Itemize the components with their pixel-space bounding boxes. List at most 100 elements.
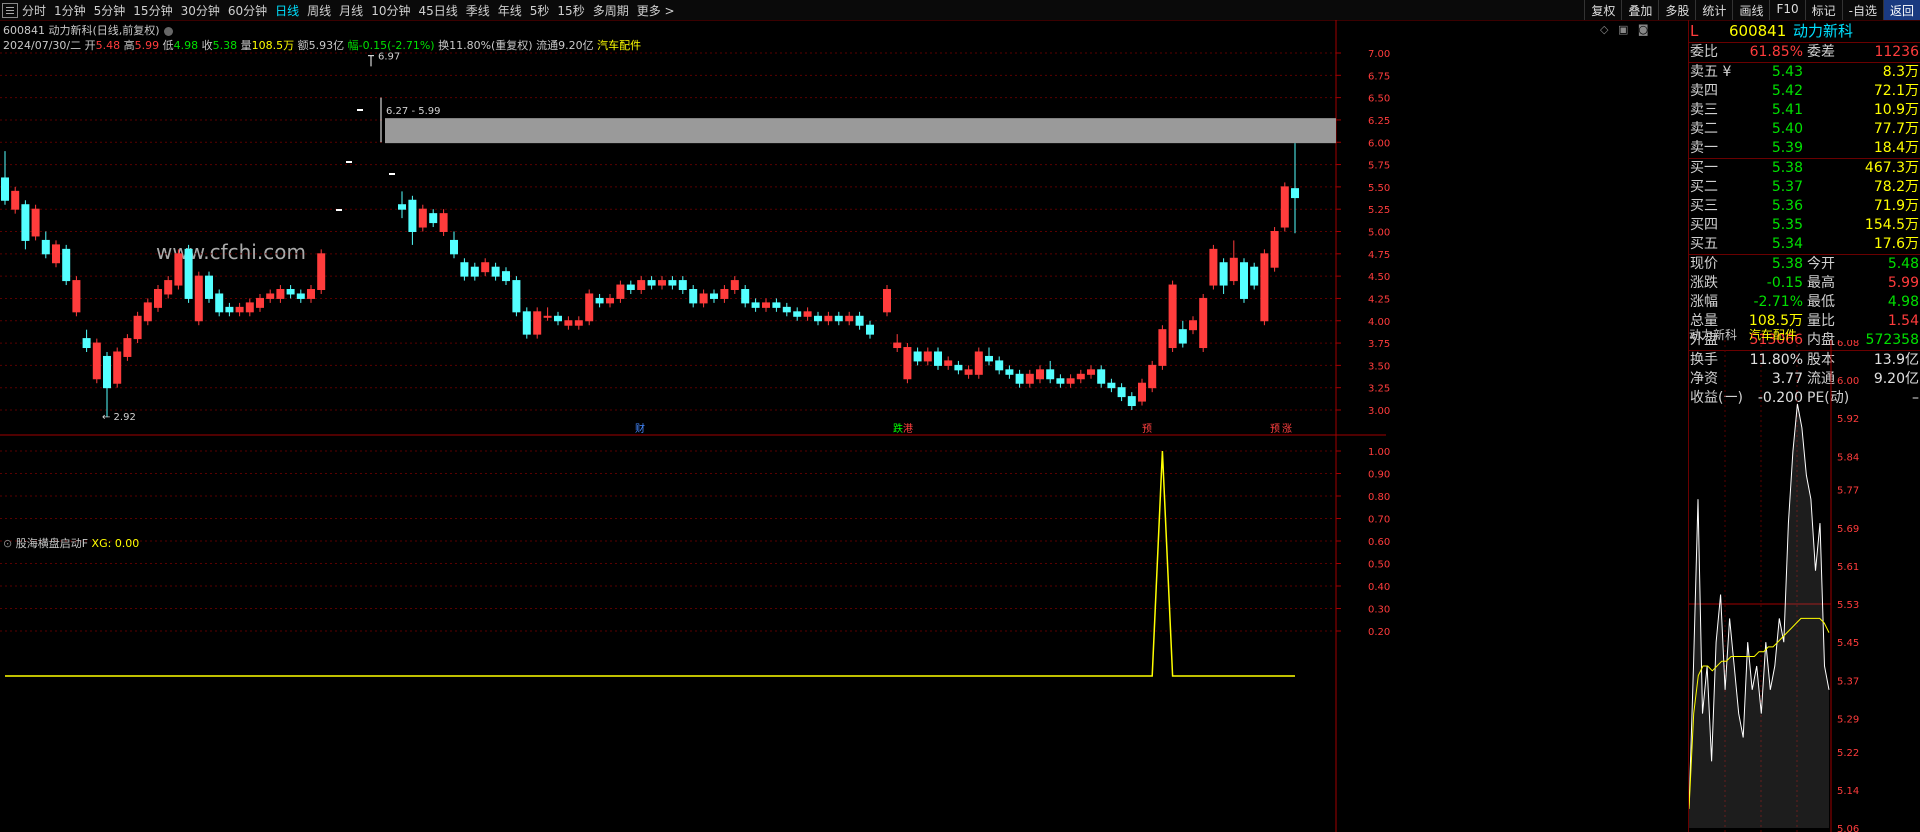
weicha-value: 11236 xyxy=(1874,44,1919,60)
candle-down xyxy=(782,306,791,313)
candle-down xyxy=(460,262,469,277)
quote-name: 动力新科 xyxy=(1793,22,1854,40)
tool-button[interactable]: 返回 xyxy=(1882,0,1920,20)
quote-flag: L xyxy=(1690,22,1699,40)
y-tick-label: 5.25 xyxy=(1368,205,1390,216)
candle-up xyxy=(1260,253,1269,322)
tool-button[interactable]: 复权 xyxy=(1584,0,1621,20)
kline-chart[interactable]: 7.00 6.75 6.50 6.25 6.00 5.75 5.50 5.25 5.00 4.75… xyxy=(0,20,1688,832)
period-tab[interactable]: 分时 xyxy=(22,2,46,19)
stat-row: 涨跌 -0.15 最高 5.99 xyxy=(1689,274,1920,293)
candle-down xyxy=(1127,396,1136,407)
candle-down xyxy=(1046,369,1055,380)
weibi-value: 61.85% xyxy=(1749,44,1803,60)
ind-y-tick-label: 0.60 xyxy=(1368,537,1390,548)
period-tab[interactable]: 30分钟 xyxy=(181,2,220,19)
period-tab[interactable]: 月线 xyxy=(339,2,363,19)
tool-button[interactable]: 多股 xyxy=(1658,0,1695,20)
candle-down xyxy=(834,315,843,322)
candle-down xyxy=(995,360,1004,371)
candle-up xyxy=(1025,373,1034,384)
row-value: 5.34 xyxy=(1771,236,1803,252)
candle-down xyxy=(429,213,438,224)
y-tick-label: 5.00 xyxy=(1368,228,1390,239)
tool-button[interactable]: 标记 xyxy=(1804,0,1842,20)
candle-up xyxy=(133,315,142,340)
tool-button[interactable]: 统计 xyxy=(1695,0,1732,20)
candle-down xyxy=(741,289,750,304)
candle-up xyxy=(658,280,666,286)
period-tab[interactable]: 周线 xyxy=(307,2,331,19)
row-value-2: 4.98 xyxy=(1887,294,1919,310)
row-label: 卖四 xyxy=(1690,83,1718,99)
period-tab[interactable]: 60分钟 xyxy=(228,2,267,19)
candle-down xyxy=(522,311,531,335)
period-tab[interactable]: 10分钟 xyxy=(371,2,410,19)
xg-value: 0.00 xyxy=(114,537,140,550)
row-value: 5.40 xyxy=(1771,121,1803,137)
row-label: 卖三 xyxy=(1690,102,1718,118)
period-tab[interactable]: 15分钟 xyxy=(133,2,172,19)
period-tab[interactable]: 多周期 xyxy=(593,2,629,19)
indicator-collapse-icon[interactable]: ⊙ xyxy=(3,537,12,550)
candle-up xyxy=(585,293,594,322)
candle-down xyxy=(626,284,635,291)
candle-up xyxy=(893,342,902,349)
candle-down xyxy=(913,351,922,362)
y-tick-label: 3.25 xyxy=(1368,384,1390,395)
low-mark-label: ← 2.92 xyxy=(102,412,136,423)
candle-up xyxy=(276,289,285,299)
period-tab[interactable]: 更多 > xyxy=(637,2,675,19)
tool-button[interactable]: -自选 xyxy=(1841,0,1883,20)
period-tab[interactable]: 15秒 xyxy=(557,2,584,19)
y-tick-label: 3.50 xyxy=(1368,361,1390,372)
quote-header: L 600841 动力新科 xyxy=(1689,20,1920,42)
tool-button[interactable]: 画线 xyxy=(1732,0,1769,20)
candle-down xyxy=(1015,373,1024,384)
candle-up xyxy=(174,253,183,286)
y-tick-label: 6.50 xyxy=(1368,94,1390,105)
tool-button[interactable]: F10 xyxy=(1769,0,1804,20)
candle-up xyxy=(164,280,173,295)
row-label: 涨幅 xyxy=(1690,294,1718,310)
candle-up xyxy=(543,315,552,318)
y-tick-label: 7.00 xyxy=(1368,49,1390,60)
stat-row: 现价 5.38 今开 5.48 xyxy=(1689,255,1920,274)
ind-y-tick-label: 0.40 xyxy=(1368,582,1390,593)
period-tab[interactable]: 1分钟 xyxy=(54,2,86,19)
candle-down xyxy=(554,315,562,322)
buy-book: 买一 5.38 467.3万 买二 5.37 78.2万 买三 5.36 71.9万 买四 5.35… xyxy=(1689,158,1920,254)
row-value: -0.15 xyxy=(1766,275,1803,291)
period-tab[interactable]: 5秒 xyxy=(530,2,550,19)
row-value: 5.38 xyxy=(1771,256,1803,272)
candle-down xyxy=(286,289,295,295)
candle-up xyxy=(616,284,625,299)
candle-up xyxy=(964,369,973,375)
row-value-2: 10.9万 xyxy=(1873,102,1919,118)
menu-icon[interactable] xyxy=(2,3,18,18)
candle-up xyxy=(824,315,833,322)
mini-y-label: 6.00 xyxy=(1837,376,1859,387)
sell-row: 卖三 5.41 10.9万 xyxy=(1689,101,1920,120)
candle-up xyxy=(564,320,573,326)
zone-label: 6.27 - 5.99 xyxy=(386,106,441,117)
period-tab[interactable]: 45日线 xyxy=(418,2,457,19)
period-tab[interactable]: 年线 xyxy=(498,2,522,19)
row-value: 5.41 xyxy=(1771,102,1803,118)
tool-button[interactable]: 叠加 xyxy=(1621,0,1658,20)
candle-up xyxy=(1280,186,1289,228)
candle-up xyxy=(974,351,983,375)
candle-down xyxy=(502,271,510,282)
period-tab[interactable]: 季线 xyxy=(466,2,490,19)
ind-y-tick-label: 0.80 xyxy=(1368,492,1390,503)
candle-up xyxy=(194,275,203,322)
intraday-mini-chart[interactable]: 6.08 6.00 5.92 5.84 5.77 5.69 5.61 5.53 5.45 5.37… xyxy=(1689,340,1920,832)
candle-up xyxy=(762,302,770,308)
y-tick-label: 6.25 xyxy=(1368,116,1390,127)
period-tab[interactable]: 5分钟 xyxy=(94,2,126,19)
candle-down xyxy=(62,248,71,282)
period-tab[interactable]: 日线 xyxy=(275,2,299,19)
candle-down xyxy=(1250,266,1259,286)
row-value-2: 5.99 xyxy=(1887,275,1919,291)
xg-label: XG: xyxy=(91,537,112,550)
